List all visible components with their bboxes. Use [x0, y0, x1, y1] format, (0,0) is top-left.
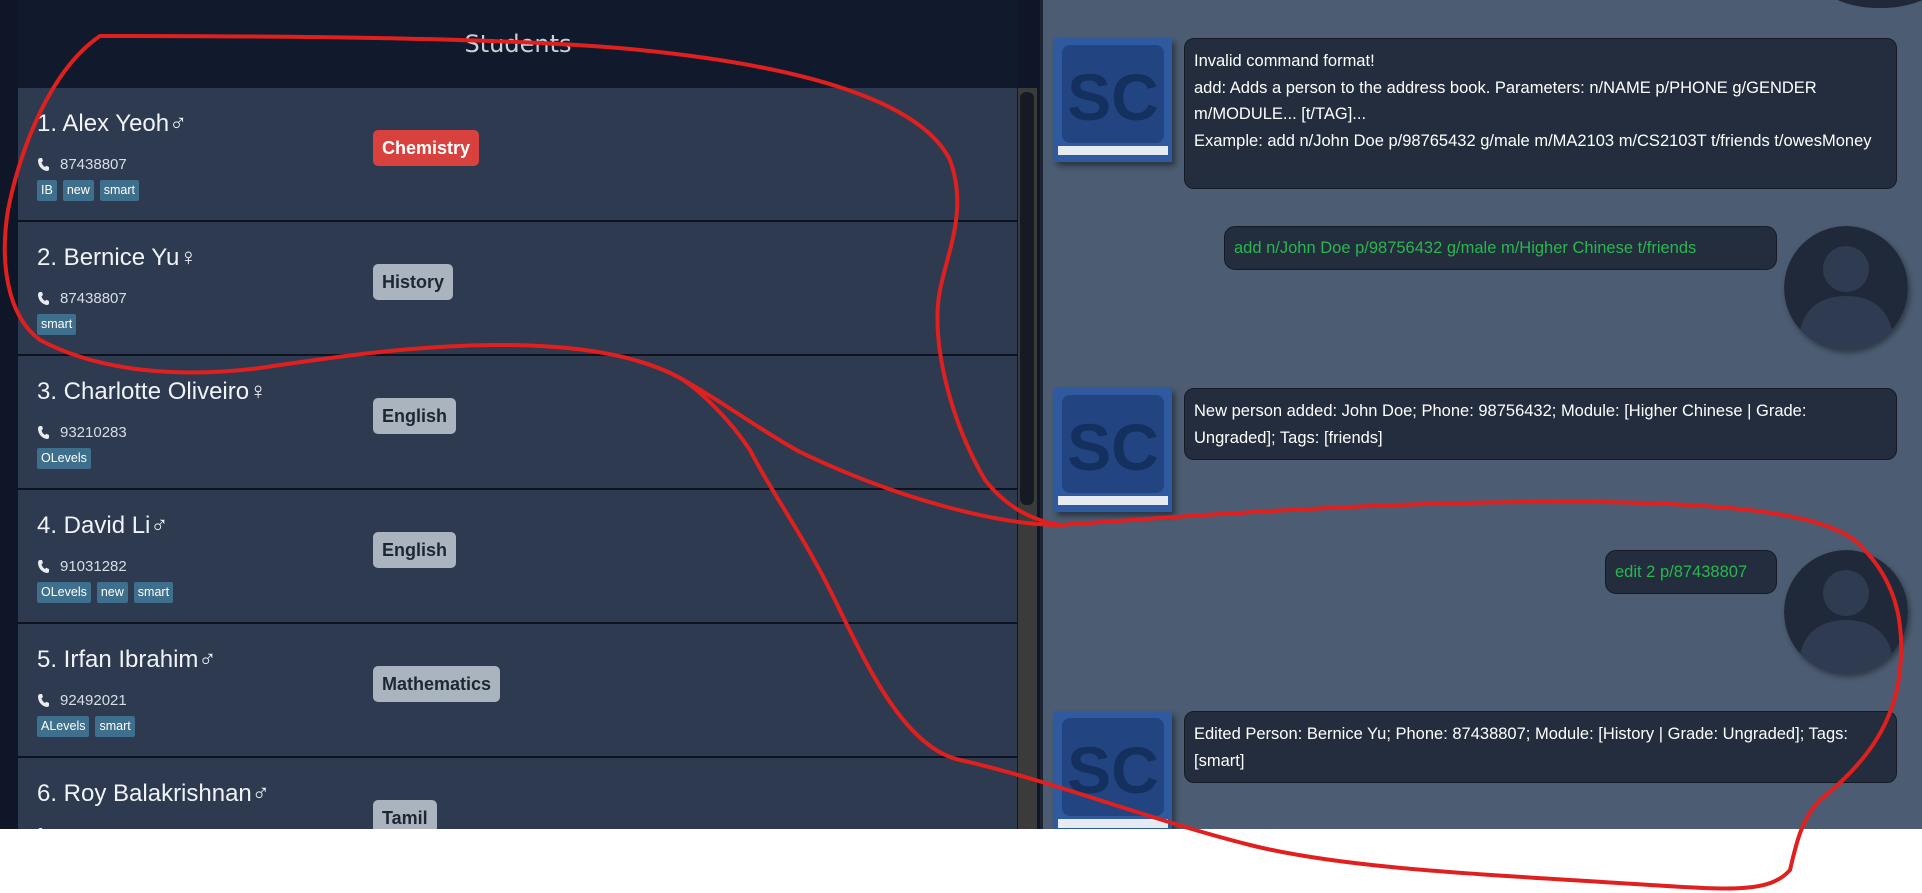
sc-logo-icon: SC — [1054, 38, 1172, 162]
module-badge: Chemistry — [373, 130, 480, 166]
tag-label: new — [96, 582, 128, 603]
tag-label: smart — [133, 582, 174, 603]
phone-number: 87438807 — [60, 155, 127, 173]
student-tags: OLevels new smart — [37, 582, 174, 603]
student-card[interactable]: 3. Charlotte Oliveiro♀ 93210283 OLevels Eng… — [18, 356, 1017, 488]
student-phone: 92624417 — [37, 824, 127, 829]
tag-label: ALevels — [37, 716, 90, 737]
sc-logo-text: SC — [1067, 733, 1159, 807]
student-phone: 91031282 — [37, 556, 127, 576]
student-name: 4. David Li♂ — [37, 512, 169, 539]
module-badge: Mathematics — [373, 666, 501, 702]
module-badge: Tamil — [373, 800, 437, 829]
sc-logo-text: SC — [1067, 410, 1159, 484]
student-tags: ALevels smart — [37, 716, 135, 737]
user-message: edit 2 p/87438807 — [1605, 550, 1777, 594]
student-phone: 92492021 — [37, 690, 127, 710]
bot-message-line: Invalid command format! — [1194, 52, 1375, 70]
phone-number: 92492021 — [60, 691, 127, 709]
phone-number: 91031282 — [60, 557, 127, 575]
student-phone: 87438807 — [37, 288, 127, 308]
sc-logo-icon: SC — [1054, 388, 1172, 512]
student-name: 5. Irfan Ibrahim♂ — [37, 646, 217, 673]
students-panel: Students 1. Alex Yeoh♂ 87438807 IB new smart… — [0, 0, 1040, 829]
student-list[interactable]: 1. Alex Yeoh♂ 87438807 IB new smart Chemistry… — [18, 88, 1017, 829]
students-panel-title: Students — [18, 0, 1018, 88]
phone-number: 92624417 — [60, 826, 127, 830]
bot-message: Edited Person: Bernice Yu; Phone: 874388… — [1184, 711, 1897, 783]
phone-icon — [38, 827, 43, 829]
student-card[interactable]: 6. Roy Balakrishnan♂ 92624417 Tamil — [18, 758, 1017, 829]
user-avatar-icon — [1784, 550, 1908, 674]
student-name: 6. Roy Balakrishnan♂ — [37, 780, 270, 807]
bot-avatar-icon: SC — [1054, 38, 1172, 162]
student-tags: OLevels — [37, 448, 91, 469]
phone-icon — [38, 425, 49, 439]
bot-message: Invalid command format! add: Adds a pers… — [1184, 38, 1897, 189]
user-message: add n/John Doe p/98756432 g/male m/Highe… — [1224, 226, 1777, 270]
tag-label: new — [62, 180, 94, 201]
module-badge: History — [373, 264, 454, 300]
chat-panel[interactable]: SC Invalid command format! add: Adds a p… — [1043, 0, 1922, 829]
bot-message-line: add: Adds a person to the address book. … — [1194, 78, 1817, 124]
student-name: 3. Charlotte Oliveiro♀ — [37, 378, 268, 405]
student-card[interactable]: 1. Alex Yeoh♂ 87438807 IB new smart Chemistry — [18, 88, 1017, 220]
student-name: 2. Bernice Yu♀ — [37, 244, 198, 271]
bot-message: New person added: John Doe; Phone: 98756… — [1184, 388, 1897, 460]
bot-avatar-icon: SC — [1054, 388, 1172, 512]
student-card[interactable]: 2. Bernice Yu♀ 87438807 smart History — [18, 222, 1017, 354]
tag-label: IB — [37, 180, 57, 201]
phone-number: 87438807 — [60, 289, 127, 307]
tag-label: smart — [95, 716, 135, 737]
phone-icon — [38, 157, 49, 171]
student-phone: 93210283 — [37, 422, 127, 442]
student-tags: smart — [37, 314, 77, 335]
bot-message-line: Edited Person: Bernice Yu; Phone: 874388… — [1194, 725, 1848, 770]
person-silhouette-icon — [1784, 550, 1908, 674]
bot-avatar-icon: SC — [1054, 711, 1172, 829]
person-silhouette-icon — [1784, 226, 1908, 350]
phone-number: 93210283 — [60, 423, 127, 441]
bot-message-line: New person added: John Doe; Phone: 98756… — [1194, 402, 1807, 447]
tag-label: OLevels — [37, 448, 91, 469]
app-window: Students 1. Alex Yeoh♂ 87438807 IB new smart… — [0, 0, 1922, 829]
phone-icon — [38, 559, 49, 573]
tag-label: smart — [37, 314, 77, 335]
sc-logo-icon: SC — [1054, 711, 1172, 829]
student-tags: IB new smart — [37, 180, 139, 201]
module-badge: English — [373, 532, 457, 568]
module-badge: English — [373, 398, 457, 434]
student-card[interactable]: 5. Irfan Ibrahim♂ 92492021 ALevels smart Mat… — [18, 624, 1017, 756]
bot-message-line: Example: add n/John Doe p/98765432 g/mal… — [1194, 131, 1872, 150]
user-avatar-icon — [1784, 226, 1908, 350]
tag-label: OLevels — [37, 582, 91, 603]
tag-label: smart — [99, 180, 139, 201]
sc-logo-text: SC — [1067, 60, 1159, 134]
user-avatar-partial — [1825, 0, 1922, 8]
student-name: 1. Alex Yeoh♂ — [37, 110, 188, 137]
student-phone: 87438807 — [37, 154, 127, 174]
phone-icon — [38, 693, 49, 707]
scrollbar-thumb[interactable] — [1020, 92, 1034, 505]
student-card[interactable]: 4. David Li♂ 91031282 OLevels new smart Engli… — [18, 490, 1017, 622]
phone-icon — [38, 291, 49, 305]
